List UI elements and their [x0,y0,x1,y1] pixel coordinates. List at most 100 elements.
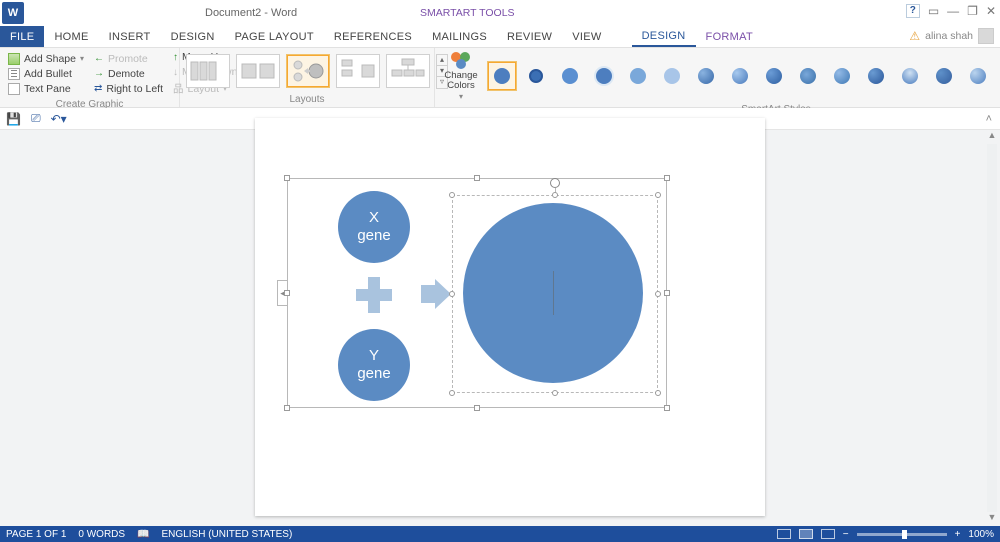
scroll-down-icon[interactable]: ▼ [984,512,1000,526]
resize-handle[interactable] [664,405,670,411]
style-thumb-1[interactable] [521,61,551,91]
restore-button[interactable]: ❐ [967,4,978,18]
smartart-node-result[interactable] [463,203,643,383]
resize-handle[interactable] [474,175,480,181]
demote-icon: → [94,68,104,79]
ribbon: Add Shape ▾ Add Bullet Text Pane ←Promot… [0,48,1000,108]
resize-handle[interactable] [664,175,670,181]
user-name: alina shah [925,30,973,42]
style-thumb-12[interactable] [895,61,925,91]
warning-icon: ⚠ [909,29,920,43]
style-thumb-9[interactable] [793,61,823,91]
layouts-gallery[interactable]: ▴▾▿ [186,54,448,89]
style-thumb-8[interactable] [759,61,789,91]
tab-review[interactable]: REVIEW [497,26,562,47]
style-thumb-14[interactable] [963,61,993,91]
change-colors-button[interactable]: Change Colors▾ [441,50,481,102]
user-avatar-icon [978,28,994,44]
spellcheck-icon[interactable]: 📖 [137,529,149,540]
style-thumb-7[interactable] [725,61,755,91]
style-thumb-0[interactable] [487,61,517,91]
collapse-ribbon-button[interactable]: ˄ [986,113,992,125]
smartart-node-x-gene[interactable]: Xgene [338,191,410,263]
tab-smartart-design[interactable]: DESIGN [632,26,696,47]
style-thumb-6[interactable] [691,61,721,91]
view-print-layout[interactable] [799,529,813,539]
resize-handle[interactable] [449,192,455,198]
text-pane-button[interactable]: Text Pane [6,82,86,96]
view-web-layout[interactable] [821,529,835,539]
layout-thumb-2[interactable] [236,54,280,88]
plus-icon [356,277,392,313]
style-thumb-4[interactable] [623,61,653,91]
zoom-in-button[interactable]: + [955,529,961,540]
smartart-selection-frame[interactable]: ◂ Xgene Ygene [287,178,667,408]
style-thumb-13[interactable] [929,61,959,91]
layout-thumb-4[interactable] [336,54,380,88]
add-bullet-icon [8,68,20,80]
touch-mode-button[interactable]: ⎚ [31,111,41,126]
resize-handle[interactable] [655,390,661,396]
resize-handle[interactable] [552,192,558,198]
style-thumb-2[interactable] [555,61,585,91]
contextual-tools-header: SMARTART TOOLS [420,7,515,19]
style-thumb-5[interactable] [657,61,687,91]
promote-button[interactable]: ←Promote [92,52,165,66]
document-page[interactable]: ◂ Xgene Ygene [255,118,765,516]
resize-handle[interactable] [655,291,661,297]
vertical-scrollbar[interactable]: ▲ ▼ [984,130,1000,526]
status-language[interactable]: ENGLISH (UNITED STATES) [162,529,293,540]
tab-insert[interactable]: INSERT [99,26,161,47]
style-thumb-10[interactable] [827,61,857,91]
ribbon-display-options-icon[interactable]: ▭ [928,4,939,18]
scrollbar-track[interactable] [987,144,997,512]
add-shape-button[interactable]: Add Shape ▾ [6,52,86,66]
tab-page-layout[interactable]: PAGE LAYOUT [225,26,324,47]
smartart-node-y-gene[interactable]: Ygene [338,329,410,401]
styles-gallery[interactable]: ▴▾▿ [487,58,1000,93]
layout-thumb-1[interactable] [186,54,230,88]
resize-handle[interactable] [284,175,290,181]
demote-button[interactable]: →Demote [92,67,165,81]
status-word-count[interactable]: 0 WORDS [78,529,125,540]
tab-file[interactable]: FILE [0,26,44,47]
text-pane-icon [8,83,20,95]
tab-design[interactable]: DESIGN [161,26,225,47]
add-bullet-button[interactable]: Add Bullet [6,67,86,81]
tab-smartart-format[interactable]: FORMAT [696,26,763,47]
tab-references[interactable]: REFERENCES [324,26,422,47]
undo-button[interactable]: ↶▾ [51,112,67,126]
minimize-button[interactable]: — [947,4,959,18]
zoom-level[interactable]: 100% [968,529,994,540]
window-controls: ? ▭ — ❐ ✕ [906,4,996,18]
resize-handle[interactable] [664,290,670,296]
user-account-area[interactable]: ⚠ alina shah [909,28,994,44]
tab-home[interactable]: HOME [44,26,98,47]
word-app-icon: W [2,2,24,24]
help-button[interactable]: ? [906,4,920,18]
right-to-left-button[interactable]: ⇄Right to Left [92,82,165,96]
tab-view[interactable]: VIEW [562,26,611,47]
rotate-handle[interactable] [550,178,560,188]
status-page[interactable]: PAGE 1 OF 1 [6,529,66,540]
resize-handle[interactable] [449,291,455,297]
layout-thumb-3-selected[interactable] [286,54,330,88]
resize-handle[interactable] [655,192,661,198]
zoom-out-button[interactable]: − [843,529,849,540]
layout-thumb-5[interactable] [386,54,430,88]
resize-handle[interactable] [449,390,455,396]
zoom-slider[interactable] [857,533,947,536]
save-button[interactable]: 💾 [6,112,21,126]
resize-handle[interactable] [284,405,290,411]
change-colors-icon [449,50,473,70]
resize-handle[interactable] [552,390,558,396]
close-button[interactable]: ✕ [986,4,996,18]
style-thumb-11[interactable] [861,61,891,91]
rtl-icon: ⇄ [94,83,102,94]
view-read-mode[interactable] [777,529,791,539]
scroll-up-icon[interactable]: ▲ [984,130,1000,144]
style-thumb-3[interactable] [589,61,619,91]
resize-handle[interactable] [284,290,290,296]
tab-mailings[interactable]: MAILINGS [422,26,497,47]
resize-handle[interactable] [474,405,480,411]
